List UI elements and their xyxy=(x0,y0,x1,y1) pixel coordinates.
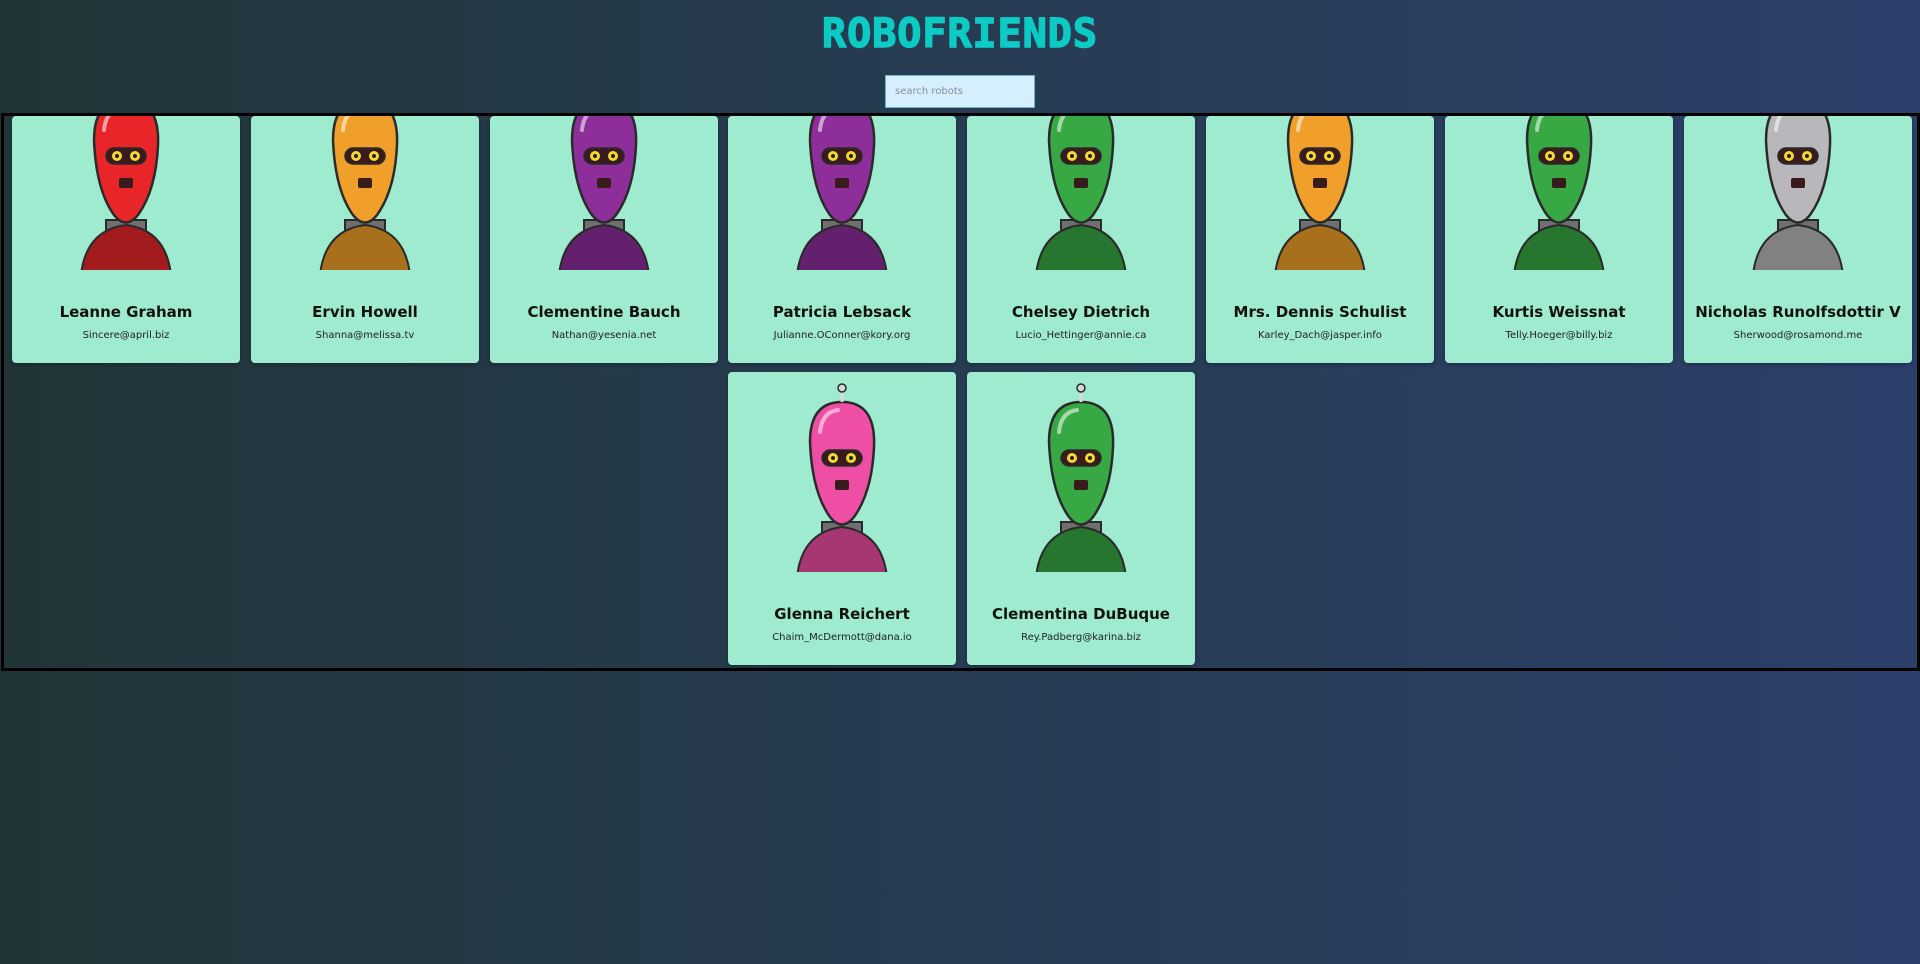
robot-name: Patricia Lebsack xyxy=(772,303,912,321)
robot-name: Nicholas Runolfsdottir V xyxy=(1695,303,1901,321)
robot-avatar xyxy=(1513,116,1605,270)
search-robots-input[interactable] xyxy=(885,75,1035,108)
robot-image xyxy=(1752,116,1844,270)
robot-email: Lucio_Hettinger@annie.ca xyxy=(1015,330,1147,341)
robot-image xyxy=(1035,116,1127,270)
robot-name: Mrs. Dennis Schulist xyxy=(1233,303,1407,321)
robot-name: Clementine Bauch xyxy=(527,303,681,321)
robot-avatar xyxy=(796,383,888,572)
robot-image xyxy=(796,383,888,572)
robot-avatar xyxy=(80,116,172,270)
robot-card[interactable]: Leanne Graham Sincere@april.biz xyxy=(12,116,240,363)
robot-email: Sincere@april.biz xyxy=(82,330,170,341)
robot-card[interactable]: Mrs. Dennis Schulist Karley_Dach@jasper.… xyxy=(1206,116,1434,363)
robot-card[interactable]: Kurtis Weissnat Telly.Hoeger@billy.biz xyxy=(1445,116,1673,363)
robot-name: Ervin Howell xyxy=(312,303,418,321)
robot-email: Telly.Hoeger@billy.biz xyxy=(1505,330,1613,341)
robot-card[interactable]: Ervin Howell Shanna@melissa.tv xyxy=(251,116,479,363)
robot-avatar xyxy=(796,116,888,270)
robot-avatar xyxy=(558,116,650,270)
robot-email: Nathan@yesenia.net xyxy=(551,330,657,341)
robot-image xyxy=(319,116,411,270)
robot-avatar xyxy=(1035,383,1127,572)
robot-name: Leanne Graham xyxy=(59,303,193,321)
robot-image xyxy=(1274,116,1366,270)
robot-card[interactable]: Clementine Bauch Nathan@yesenia.net xyxy=(490,116,718,363)
robot-card[interactable]: Patricia Lebsack Julianne.OConner@kory.o… xyxy=(728,116,956,363)
robot-avatar xyxy=(1274,116,1366,270)
robot-image xyxy=(1035,383,1127,572)
robot-email: Julianne.OConner@kory.org xyxy=(773,330,911,341)
robot-image xyxy=(1513,116,1605,270)
robot-image xyxy=(796,116,888,270)
robot-card[interactable]: Glenna Reichert Chaim_McDermott@dana.io xyxy=(728,372,956,665)
robot-email: Shanna@melissa.tv xyxy=(315,330,415,341)
robot-name: Clementina DuBuque xyxy=(992,605,1170,623)
robot-name: Chelsey Dietrich xyxy=(1011,303,1151,321)
robot-image xyxy=(80,116,172,270)
robot-card[interactable]: Chelsey Dietrich Lucio_Hettinger@annie.c… xyxy=(967,116,1195,363)
robot-email: Chaim_McDermott@dana.io xyxy=(772,632,912,643)
robot-name: Glenna Reichert xyxy=(774,605,910,623)
robot-email: Karley_Dach@jasper.info xyxy=(1258,330,1382,341)
robot-name: Kurtis Weissnat xyxy=(1492,303,1626,321)
robot-card[interactable]: Nicholas Runolfsdottir V Sherwood@rosamo… xyxy=(1684,116,1912,363)
robot-email: Rey.Padberg@karina.biz xyxy=(1021,632,1141,643)
robot-avatar xyxy=(319,116,411,270)
robot-email: Sherwood@rosamond.me xyxy=(1733,330,1863,341)
robot-card[interactable]: Clementina DuBuque Rey.Padberg@karina.bi… xyxy=(967,372,1195,665)
robot-image xyxy=(558,116,650,270)
robot-avatar xyxy=(1035,116,1127,270)
robot-card-list[interactable]: Leanne Graham Sincere@april.biz Ervin Ho… xyxy=(1,113,1920,671)
robot-avatar xyxy=(1752,116,1844,270)
app-title: ROBOFRIENDS xyxy=(821,10,1098,58)
